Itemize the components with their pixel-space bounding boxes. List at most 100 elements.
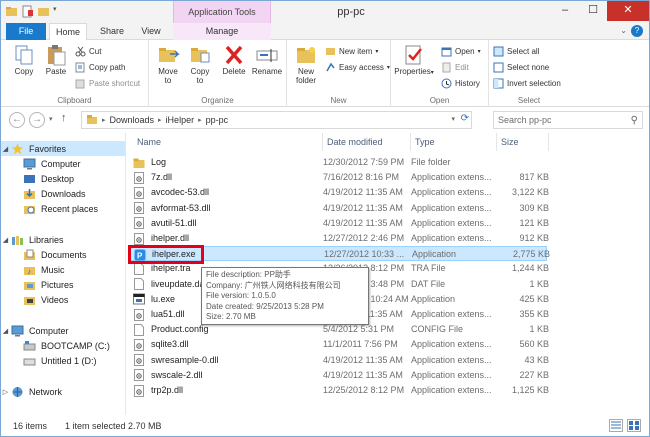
minimize-button[interactable]: – <box>551 1 579 21</box>
file-date: 7/16/2012 8:16 PM <box>323 172 400 183</box>
easy-access-button[interactable]: Easy access ▾ <box>325 62 390 73</box>
collapse-icon[interactable]: ◢ <box>1 236 10 244</box>
forward-button[interactable]: → <box>29 112 45 128</box>
rename-button[interactable]: Rename <box>251 44 283 76</box>
table-row[interactable]: swscale-2.dll 4/19/2012 11:35 AM Applicati… <box>129 368 549 383</box>
table-row[interactable]: Log 12/30/2012 7:59 PM File folder <box>129 155 547 170</box>
maximize-button[interactable]: ☐ <box>579 1 607 21</box>
details-view-button[interactable] <box>609 419 623 432</box>
monitor-icon <box>23 158 36 170</box>
tab-view[interactable]: View <box>135 23 167 40</box>
copy-button[interactable]: Copy <box>9 44 39 76</box>
collapse-icon[interactable]: ◢ <box>1 327 10 335</box>
nav-libraries[interactable]: ◢ Libraries <box>1 232 125 247</box>
tab-home[interactable]: Home <box>49 23 87 41</box>
open-group-label: Open <box>429 96 450 105</box>
search-input[interactable]: Search pp-pc ⚲ <box>493 111 643 129</box>
large-icons-view-button[interactable] <box>627 419 641 432</box>
file-size: 560 KB <box>519 339 549 350</box>
properties-button[interactable]: Properties▾ <box>393 44 435 78</box>
file-type: Application extens... <box>411 339 492 350</box>
up-button[interactable]: ↑ <box>61 112 67 124</box>
cut-button[interactable]: Cut <box>75 46 101 57</box>
nav-item-desktop[interactable]: Desktop <box>1 171 125 186</box>
table-row[interactable]: avcodec-53.dll 4/19/2012 11:35 AM Applicat… <box>129 185 549 200</box>
help-icon[interactable]: ? <box>631 25 643 37</box>
table-row[interactable]: sqlite3.dll 11/1/2011 7:56 PM Application … <box>129 337 549 352</box>
nav-item-downloads[interactable]: Downloads <box>1 186 125 201</box>
move-to-button[interactable]: Move to <box>153 44 183 85</box>
nav-favorites[interactable]: ◢ Favorites <box>1 141 125 156</box>
column-header-name[interactable]: Name <box>133 133 323 151</box>
downloads-icon <box>23 188 36 200</box>
select-none-button[interactable]: Select none <box>493 62 549 73</box>
nav-item-label: Untitled 1 (D:) <box>41 355 97 366</box>
delete-button[interactable]: Delete <box>219 44 249 76</box>
nav-item-music[interactable]: ♪ Music <box>1 262 125 277</box>
table-row[interactable]: avformat-53.dll 4/19/2012 11:35 AM Applica… <box>129 201 549 216</box>
tooltip-date-created: Date created: 9/25/2013 5:28 PM <box>206 301 324 311</box>
table-row[interactable]: ihelper.dll 12/27/2012 2:46 PM Application… <box>129 231 549 246</box>
nav-computer[interactable]: ◢ Computer <box>1 323 125 338</box>
table-row[interactable]: avutil-51.dll 4/19/2012 11:35 AM Applicati… <box>129 216 549 231</box>
collapse-icon[interactable]: ◢ <box>1 145 10 153</box>
copy-label: Copy <box>14 67 34 76</box>
breadcrumb-pp-pc[interactable]: pp-pc <box>206 115 229 125</box>
nav-network[interactable]: ▷ Network <box>1 384 125 399</box>
tooltip-company: Company: 广州铁人网络科技有限公司 <box>206 280 341 290</box>
table-row-selected[interactable]: Pihelper.exe 12/27/2012 10:33 ... Applicat… <box>129 246 550 262</box>
copy-path-button[interactable]: Copy path <box>75 62 125 73</box>
nav-computer-label: Computer <box>29 325 69 336</box>
refresh-icon[interactable]: ⟳ <box>461 113 469 124</box>
tab-file[interactable]: File <box>6 23 46 40</box>
tab-share[interactable]: Share <box>93 23 131 40</box>
breadcrumb-downloads[interactable]: Downloads <box>110 115 155 125</box>
table-row[interactable]: 7z.dll 7/16/2012 8:16 PM Application exten… <box>129 170 549 185</box>
file-name: avcodec-53.dll <box>151 187 210 198</box>
paste-shortcut-button[interactable]: Paste shortcut <box>75 78 140 89</box>
paste-button[interactable]: Paste <box>41 44 71 76</box>
qat-dropdown-icon[interactable]: ▾ <box>53 5 61 18</box>
new-item-button[interactable]: New item ▾ <box>325 46 378 57</box>
open-dropdown-icon: ▾ <box>477 49 481 55</box>
column-header-date[interactable]: Date modified <box>323 133 411 151</box>
invert-selection-button[interactable]: Invert selection <box>493 78 561 89</box>
breadcrumb-separator-icon: ▸ <box>198 117 202 124</box>
nav-item-computer-fav[interactable]: Computer <box>1 156 125 171</box>
address-bar[interactable]: ▸ Downloads ▸ iHelper ▸ pp-pc ▾ ⟳ <box>81 111 472 129</box>
copy-to-button[interactable]: Copy to <box>185 44 215 85</box>
ribbon-expand-icon[interactable]: ⌄ <box>620 26 627 35</box>
generic-file-icon <box>133 323 145 336</box>
edit-button[interactable]: Edit <box>441 62 469 73</box>
table-row[interactable]: trp2p.dll 12/25/2012 8:12 PM Application e… <box>129 383 549 398</box>
column-header-size[interactable]: Size <box>497 133 549 151</box>
table-row[interactable]: swresample-0.dll 4/19/2012 11:35 AM Applic… <box>129 353 549 368</box>
column-header-type[interactable]: Type <box>411 133 497 151</box>
file-type: CONFIG File <box>411 324 464 335</box>
tooltip-size: Size: 2.70 MB <box>206 312 256 322</box>
windows-drive-icon <box>23 340 36 352</box>
select-all-button[interactable]: Select all <box>493 46 539 57</box>
nav-item-untitled-drive[interactable]: Untitled 1 (D:) <box>1 353 125 368</box>
new-folder-button[interactable]: New folder <box>291 44 321 85</box>
address-dropdown-icon[interactable]: ▾ <box>451 115 455 123</box>
nav-item-documents[interactable]: Documents <box>1 247 125 262</box>
close-button[interactable]: ✕ <box>607 1 649 21</box>
new-folder-qat-icon[interactable] <box>37 5 50 18</box>
tab-manage[interactable]: Manage <box>173 23 271 40</box>
properties-icon[interactable] <box>21 5 34 18</box>
recent-locations-icon[interactable]: ▾ <box>49 115 53 123</box>
breadcrumb-ihelper[interactable]: iHelper <box>166 115 195 125</box>
nav-item-videos[interactable]: Videos <box>1 292 125 307</box>
nav-item-bootcamp-drive[interactable]: BOOTCAMP (C:) <box>1 338 125 353</box>
nav-item-recent-places[interactable]: Recent places <box>1 201 125 216</box>
expand-icon[interactable]: ▷ <box>1 388 10 396</box>
history-button[interactable]: History <box>441 78 480 89</box>
nav-item-pictures[interactable]: Pictures <box>1 277 125 292</box>
file-size: 425 KB <box>519 293 549 304</box>
copy-to-icon <box>188 44 212 66</box>
explorer-window: ▾ Application Tools pp-pc – ☐ ✕ File Hom… <box>0 0 650 437</box>
properties-check-icon <box>402 44 426 66</box>
back-button[interactable]: ← <box>9 112 25 128</box>
open-button[interactable]: Open ▾ <box>441 46 481 57</box>
